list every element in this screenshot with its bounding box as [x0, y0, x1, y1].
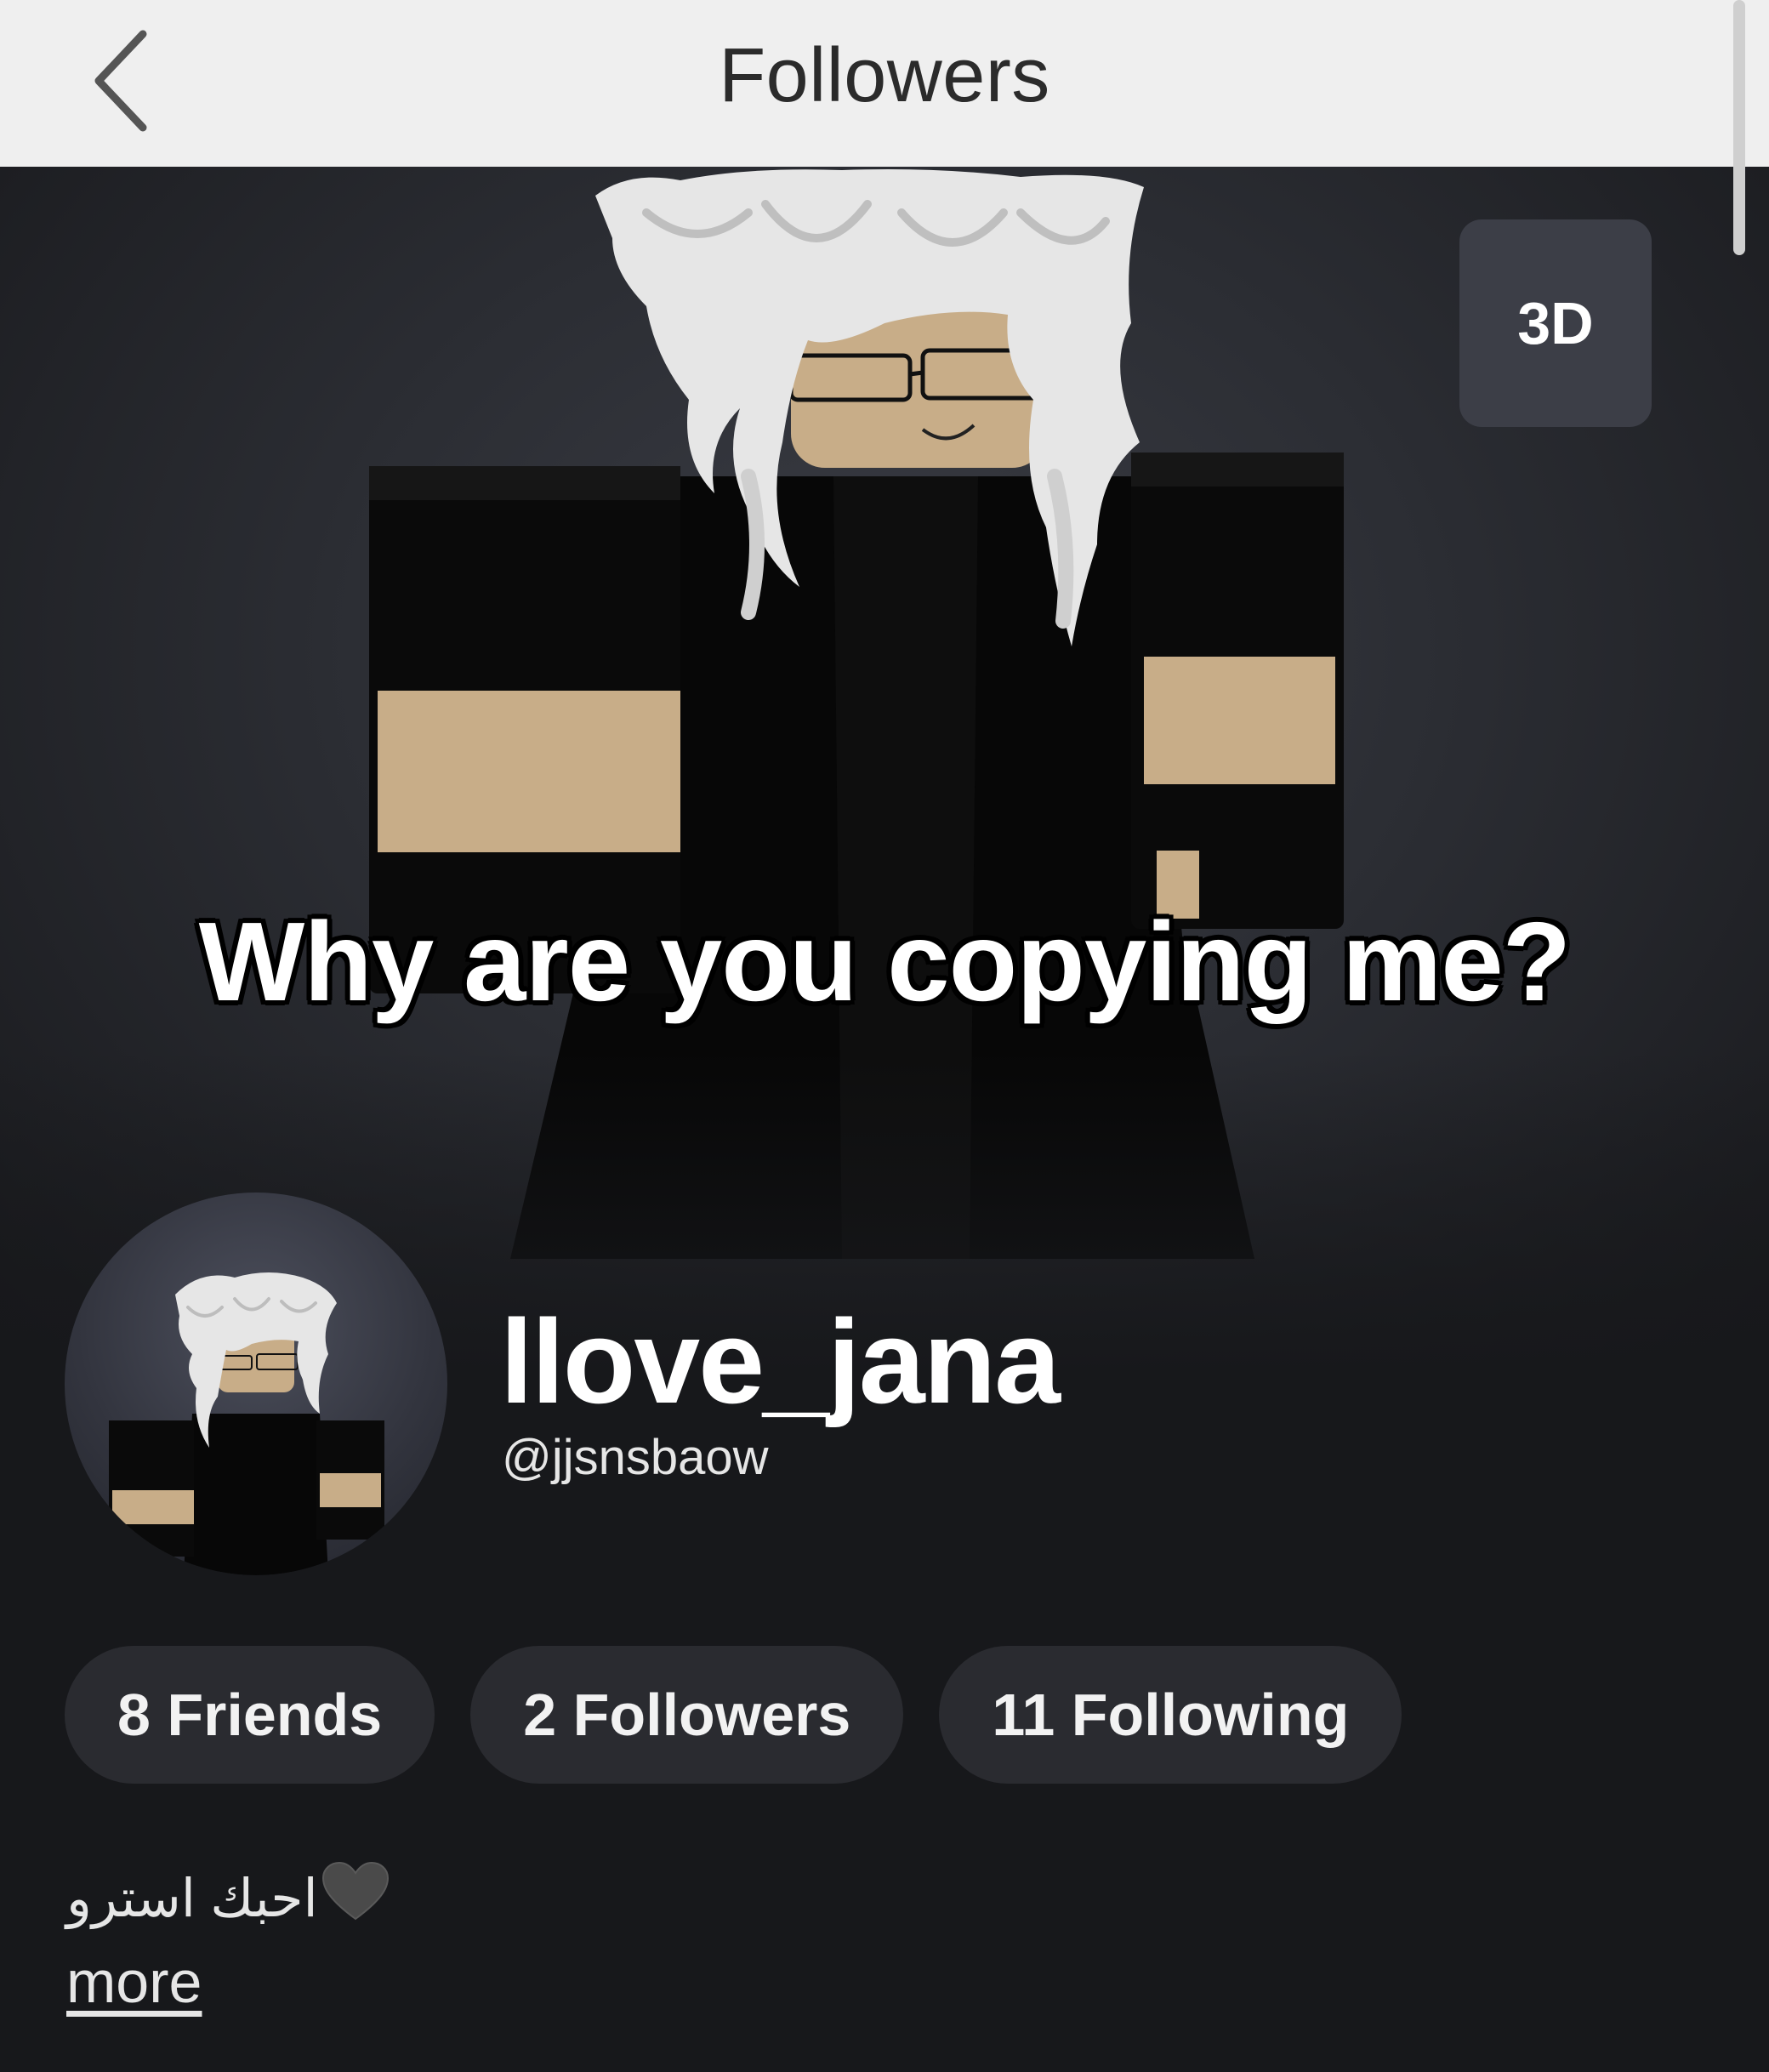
username: @jjsnsbaow [502, 1430, 769, 1485]
profile-stats: 8 Friends 2 Followers 11 Following [65, 1646, 1402, 1784]
display-name: llove_jana [500, 1295, 1061, 1428]
followers-count-button[interactable]: 2 Followers [470, 1646, 904, 1784]
avatar-thumbnail [109, 1272, 384, 1575]
page-title: Followers [719, 33, 1050, 118]
bio-text: احبك استرو [66, 1870, 318, 1928]
friends-count-button[interactable]: 8 Friends [65, 1646, 435, 1784]
top-nav-bar: Followers [0, 0, 1769, 167]
video-caption: Why are you copying me? [198, 899, 1572, 1024]
scrollbar[interactable] [1733, 0, 1745, 255]
black-heart-icon [321, 1861, 390, 1935]
following-count-button[interactable]: 11 Following [939, 1646, 1402, 1784]
bio: احبك استرو [66, 1861, 390, 1935]
profile-avatar[interactable] [65, 1193, 447, 1575]
profile-page: Followers 3D Why are you copying me? llo… [0, 0, 1769, 2072]
view-3d-toggle-button[interactable]: 3D [1459, 219, 1652, 427]
bio-more-link[interactable]: more [66, 1948, 202, 2016]
